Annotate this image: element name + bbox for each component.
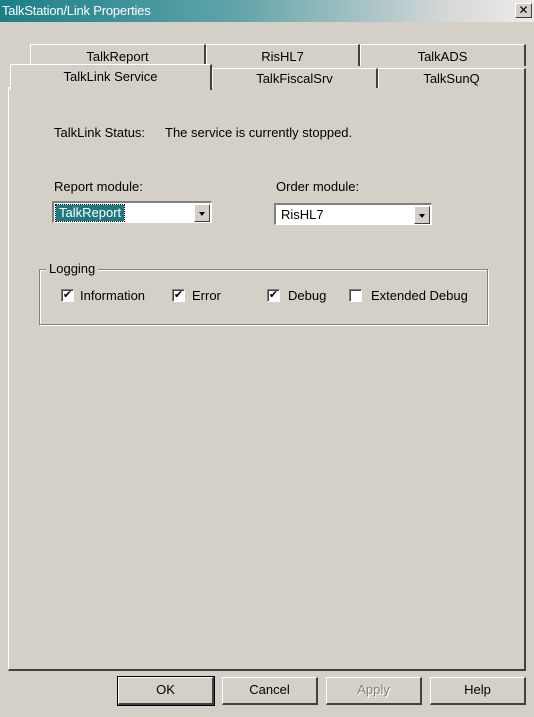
ok-button-label: OK <box>156 682 175 697</box>
order-module-select[interactable]: RisHL7 <box>274 203 432 225</box>
ok-button[interactable]: OK <box>117 676 215 706</box>
error-checkbox[interactable]: ✔ <box>172 289 185 302</box>
tab-label: TalkLink Service <box>63 69 158 84</box>
logging-group-title: Logging <box>46 261 99 276</box>
order-module-label: Order module: <box>276 179 360 194</box>
report-module-value: TalkReport <box>54 204 126 222</box>
chevron-down-icon <box>199 212 205 216</box>
status-label: TalkLink Status: <box>54 125 146 140</box>
apply-button-label: Apply <box>357 682 390 697</box>
help-button[interactable]: Help <box>430 677 526 705</box>
extended-debug-checkbox[interactable] <box>349 289 362 302</box>
tab-talkads[interactable]: TalkADS <box>360 44 526 66</box>
close-icon: ✕ <box>518 3 529 17</box>
tab-label: TalkADS <box>417 49 468 64</box>
tab-label: TalkFiscalSrv <box>256 71 333 86</box>
help-button-label: Help <box>464 682 491 697</box>
error-checkbox-label: Error <box>192 288 221 303</box>
tab-label: RisHL7 <box>261 49 304 64</box>
cancel-button[interactable]: Cancel <box>222 677 318 705</box>
window-title: TalkStation/Link Properties <box>2 3 151 18</box>
report-module-dropdown-button[interactable] <box>194 204 210 222</box>
tab-rishl7[interactable]: RisHL7 <box>206 44 360 66</box>
close-button[interactable]: ✕ <box>515 3 532 18</box>
cancel-button-label: Cancel <box>249 682 290 697</box>
chevron-down-icon <box>419 214 425 218</box>
tab-label: TalkSunQ <box>423 71 480 86</box>
apply-button[interactable]: Apply <box>326 677 422 705</box>
information-checkbox[interactable]: ✔ <box>61 289 74 302</box>
order-module-dropdown-button[interactable] <box>414 206 430 224</box>
tab-talkreport[interactable]: TalkReport <box>30 44 206 66</box>
checkmark-icon: ✔ <box>173 289 184 301</box>
tab-panel <box>8 87 526 671</box>
extended-debug-checkbox-label: Extended Debug <box>371 288 468 303</box>
title-bar[interactable]: TalkStation/Link Properties ✕ <box>0 0 534 22</box>
tab-talkfiscalsrv[interactable]: TalkFiscalSrv <box>212 68 378 88</box>
debug-checkbox-label: Debug <box>288 288 327 303</box>
checkmark-icon: ✔ <box>62 289 73 301</box>
tab-talklink-service[interactable]: TalkLink Service <box>10 64 212 90</box>
report-module-label: Report module: <box>54 179 143 194</box>
debug-checkbox[interactable]: ✔ <box>267 289 280 302</box>
information-checkbox-label: Information <box>80 288 146 303</box>
tab-label: TalkReport <box>86 49 149 64</box>
status-value: The service is currently stopped. <box>165 125 353 140</box>
order-module-value: RisHL7 <box>281 207 324 222</box>
report-module-select[interactable]: TalkReport <box>52 201 212 223</box>
checkmark-icon: ✔ <box>268 289 279 301</box>
tab-talksunq[interactable]: TalkSunQ <box>378 68 526 88</box>
